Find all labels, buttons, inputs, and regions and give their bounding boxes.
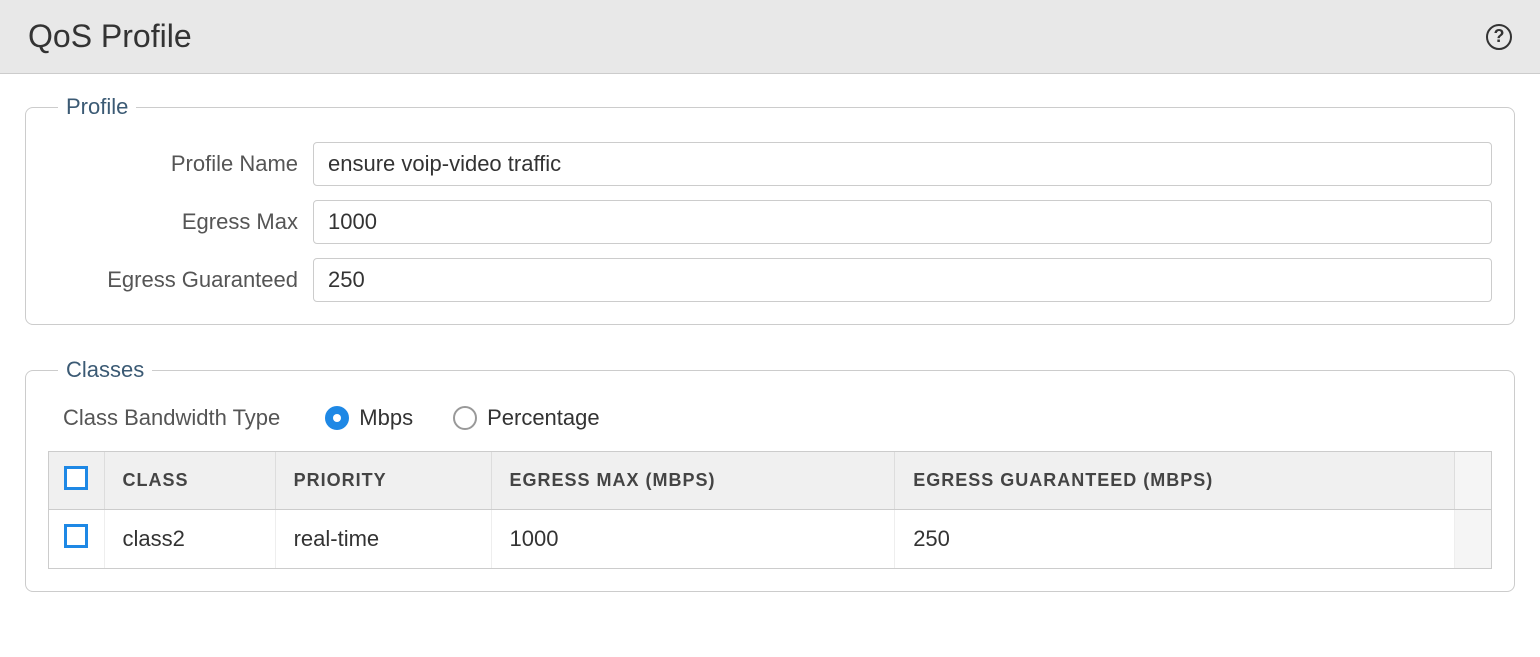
table-header-row: Class Priority Egress Max (Mbps) Egress … [49, 452, 1491, 510]
profile-name-row: Profile Name [48, 142, 1492, 186]
question-mark-icon: ? [1494, 26, 1505, 47]
column-header-egress-guaranteed[interactable]: Egress Guaranteed (Mbps) [895, 452, 1455, 510]
classes-table-wrap: Class Priority Egress Max (Mbps) Egress … [48, 451, 1492, 569]
cell-class: class2 [104, 510, 275, 569]
select-all-checkbox[interactable] [64, 466, 88, 490]
profile-fieldset: Profile Profile Name Egress Max Egress G… [25, 94, 1515, 325]
row-checkbox-cell [49, 510, 104, 569]
radio-percentage[interactable]: Percentage [453, 405, 600, 431]
content-area: Profile Profile Name Egress Max Egress G… [0, 74, 1540, 634]
bandwidth-type-label: Class Bandwidth Type [63, 405, 280, 431]
radio-mbps-label: Mbps [359, 405, 413, 431]
classes-legend: Classes [58, 357, 152, 383]
profile-name-input[interactable] [313, 142, 1492, 186]
page-title: QoS Profile [28, 18, 192, 55]
radio-mbps[interactable]: Mbps [325, 405, 413, 431]
column-header-class[interactable]: Class [104, 452, 275, 510]
cell-priority: real-time [275, 510, 491, 569]
table-row[interactable]: class2 real-time 1000 250 [49, 510, 1491, 569]
radio-percentage-label: Percentage [487, 405, 600, 431]
egress-max-input[interactable] [313, 200, 1492, 244]
profile-legend: Profile [58, 94, 136, 120]
help-icon[interactable]: ? [1486, 24, 1512, 50]
profile-name-label: Profile Name [48, 151, 313, 177]
egress-max-row: Egress Max [48, 200, 1492, 244]
scrollbar-spacer [1455, 452, 1492, 510]
page-header: QoS Profile ? [0, 0, 1540, 74]
classes-table: Class Priority Egress Max (Mbps) Egress … [49, 452, 1491, 568]
radio-selected-icon [325, 406, 349, 430]
egress-guaranteed-label: Egress Guaranteed [48, 267, 313, 293]
cell-egress-max: 1000 [491, 510, 895, 569]
classes-fieldset: Classes Class Bandwidth Type Mbps Percen… [25, 357, 1515, 592]
column-header-priority[interactable]: Priority [275, 452, 491, 510]
egress-guaranteed-input[interactable] [313, 258, 1492, 302]
scrollbar-spacer [1455, 510, 1492, 569]
column-header-egress-max[interactable]: Egress Max (Mbps) [491, 452, 895, 510]
egress-guaranteed-row: Egress Guaranteed [48, 258, 1492, 302]
select-all-header [49, 452, 104, 510]
row-checkbox[interactable] [64, 524, 88, 548]
egress-max-label: Egress Max [48, 209, 313, 235]
cell-egress-guaranteed: 250 [895, 510, 1455, 569]
bandwidth-type-group: Class Bandwidth Type Mbps Percentage [48, 405, 1492, 431]
radio-unselected-icon [453, 406, 477, 430]
